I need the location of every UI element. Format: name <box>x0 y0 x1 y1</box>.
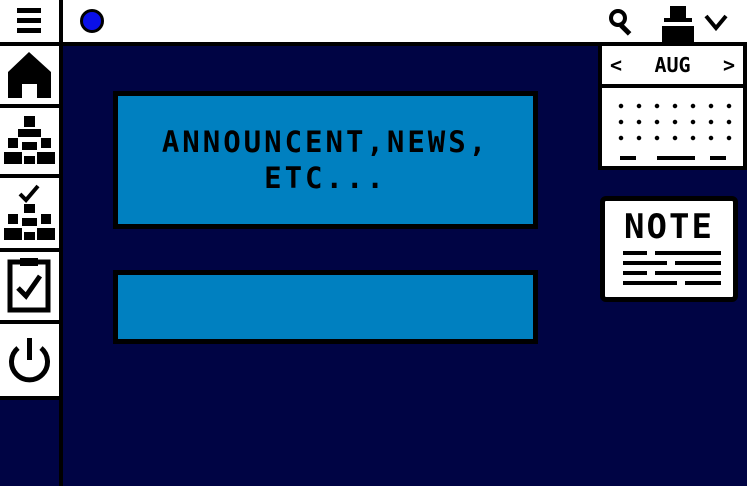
search-icon[interactable] <box>608 8 636 36</box>
note-widget[interactable]: NOTE <box>600 196 738 302</box>
menu-button[interactable] <box>0 0 59 46</box>
calendar-widget[interactable]: < AUG > <box>598 46 747 170</box>
calendar-month-label: AUG <box>654 53 691 77</box>
sidebar-item-power[interactable] <box>0 324 59 400</box>
sidebar <box>0 0 63 486</box>
sidebar-item-tasks[interactable] <box>0 252 59 324</box>
note-line <box>675 261 721 265</box>
calendar-prev-button[interactable]: < <box>610 53 622 77</box>
calendar-divider <box>620 156 636 160</box>
note-line <box>623 261 667 265</box>
people-icon <box>4 116 55 164</box>
calendar-next-button[interactable]: > <box>723 53 735 77</box>
calendar-divider <box>657 156 695 160</box>
announcement-text: ANNOUNCENT,NEWS, ETC... <box>161 124 490 195</box>
calendar-header: < AUG > <box>602 46 743 88</box>
note-line <box>685 281 721 285</box>
top-bar <box>63 0 747 46</box>
home-icon <box>8 52 51 98</box>
sidebar-item-people[interactable] <box>0 108 59 178</box>
user-icon[interactable] <box>660 4 696 42</box>
sidebar-item-home[interactable] <box>0 46 59 108</box>
people-check-icon <box>4 184 55 240</box>
calendar-day-grid[interactable] <box>612 98 736 150</box>
note-line <box>623 271 647 275</box>
chevron-down-icon[interactable] <box>703 12 729 34</box>
note-line <box>623 281 677 285</box>
announcement-panel[interactable]: ANNOUNCENT,NEWS, ETC... <box>113 91 538 229</box>
calendar-divider <box>710 156 726 160</box>
note-line <box>623 251 647 255</box>
note-line <box>655 251 721 255</box>
power-icon <box>9 338 50 383</box>
sidebar-item-people-check[interactable] <box>0 178 59 252</box>
status-indicator-icon <box>80 9 104 33</box>
clipboard-check-icon <box>7 258 51 313</box>
secondary-panel[interactable] <box>113 270 538 344</box>
note-title: NOTE <box>624 207 714 247</box>
note-line <box>655 271 721 275</box>
hamburger-menu-icon <box>17 8 41 33</box>
